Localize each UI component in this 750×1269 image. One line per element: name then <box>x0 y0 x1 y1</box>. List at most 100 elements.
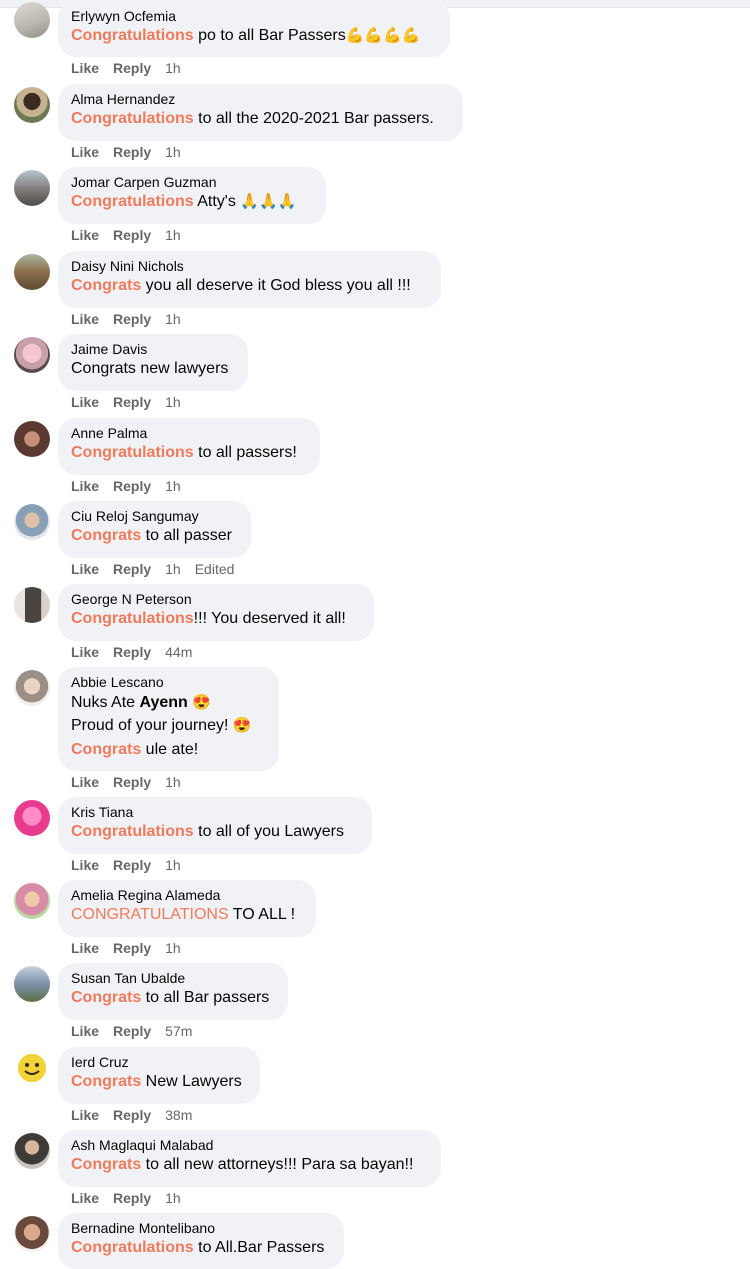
reply-button[interactable]: Reply <box>113 394 151 410</box>
reply-button[interactable]: Reply <box>113 60 151 76</box>
avatar[interactable] <box>14 1216 50 1252</box>
avatar[interactable] <box>14 421 50 457</box>
reply-button[interactable]: Reply <box>113 561 151 577</box>
avatar[interactable] <box>14 966 50 1002</box>
highlighted-word[interactable]: Congrats <box>71 527 141 544</box>
comment-author[interactable]: Ash Maglaqui Malabad <box>71 1137 428 1154</box>
avatar[interactable] <box>14 1050 50 1086</box>
avatar[interactable] <box>14 254 50 290</box>
like-button[interactable]: Like <box>71 774 99 790</box>
highlighted-word[interactable]: CONGRATULATIONS <box>71 906 229 923</box>
comment-author[interactable]: Daisy Nini Nichols <box>71 258 428 275</box>
avatar[interactable] <box>14 670 50 706</box>
avatar[interactable] <box>14 504 50 540</box>
timestamp[interactable]: 1h <box>165 857 181 873</box>
like-button[interactable]: Like <box>71 394 99 410</box>
timestamp[interactable]: 1h <box>165 227 181 243</box>
comment-author[interactable]: Anne Palma <box>71 425 307 442</box>
timestamp[interactable]: 1h <box>165 940 181 956</box>
comment-text: Congrats new lawyers <box>71 360 229 377</box>
timestamp[interactable]: 1h <box>165 561 181 577</box>
highlighted-word[interactable]: Congrats <box>71 741 141 758</box>
like-button[interactable]: Like <box>71 60 99 76</box>
highlighted-word[interactable]: Congrats <box>71 989 141 1006</box>
comment-author[interactable]: Amelia Regina Alameda <box>71 887 303 904</box>
highlighted-word[interactable]: Congratulations <box>71 27 194 44</box>
comment-author[interactable]: Kris Tiana <box>71 804 359 821</box>
like-button[interactable]: Like <box>71 857 99 873</box>
highlighted-word[interactable]: Congratulations <box>71 823 194 840</box>
comment-author[interactable]: Jomar Carpen Guzman <box>71 174 313 191</box>
timestamp[interactable]: 1h <box>165 478 181 494</box>
like-button[interactable]: Like <box>71 227 99 243</box>
timestamp[interactable]: 44m <box>165 644 192 660</box>
comment-text: Congratulations to all of you Lawyers <box>71 821 359 843</box>
reply-button[interactable]: Reply <box>113 144 151 160</box>
avatar[interactable] <box>14 2 50 38</box>
timestamp[interactable]: 1h <box>165 311 181 327</box>
reply-button[interactable]: Reply <box>113 227 151 243</box>
reply-button[interactable]: Reply <box>113 940 151 956</box>
comment-author[interactable]: George N Peterson <box>71 591 361 608</box>
highlighted-word[interactable]: Congratulations <box>71 193 194 210</box>
folded-hands-emoji-icon: 🙏🙏🙏 <box>240 193 297 210</box>
highlighted-word[interactable]: Congrats <box>71 1073 141 1090</box>
like-button[interactable]: Like <box>71 1107 99 1123</box>
comment-author[interactable]: Alma Hernandez <box>71 91 450 108</box>
timestamp[interactable]: 1h <box>165 1190 181 1206</box>
avatar[interactable] <box>14 800 50 836</box>
like-button[interactable]: Like <box>71 144 99 160</box>
highlighted-word[interactable]: Congrats <box>71 277 141 294</box>
avatar[interactable] <box>14 87 50 123</box>
highlighted-word[interactable]: Congratulations <box>71 610 194 627</box>
avatar[interactable] <box>14 1133 50 1169</box>
reply-button[interactable]: Reply <box>113 478 151 494</box>
edited-label[interactable]: Edited <box>195 561 235 577</box>
like-button[interactable]: Like <box>71 644 99 660</box>
reply-button[interactable]: Reply <box>113 1190 151 1206</box>
like-button[interactable]: Like <box>71 311 99 327</box>
comment-author[interactable]: Ciu Reloj Sangumay <box>71 508 238 525</box>
like-button[interactable]: Like <box>71 1190 99 1206</box>
highlighted-word[interactable]: Congratulations <box>71 444 194 461</box>
highlighted-word[interactable]: Congratulations <box>71 1239 194 1256</box>
comment-author[interactable]: Jaime Davis <box>71 341 235 358</box>
timestamp[interactable]: 1h <box>165 774 181 790</box>
comment-author[interactable]: Bernadine Montelibano <box>71 1220 331 1237</box>
timestamp[interactable]: 1h <box>165 60 181 76</box>
timestamp[interactable]: 38m <box>165 1107 192 1123</box>
avatar[interactable] <box>14 587 50 623</box>
comment-author[interactable]: Abbie Lescano <box>71 674 266 691</box>
comment-text-rest: ule ate! <box>141 741 199 758</box>
timestamp[interactable]: 1h <box>165 144 181 160</box>
mentioned-name[interactable]: Ayenn <box>139 694 187 711</box>
avatar[interactable] <box>14 883 50 919</box>
comment-actions: Like Reply 1h <box>71 939 195 957</box>
reply-button[interactable]: Reply <box>113 311 151 327</box>
comment-author[interactable]: Susan Tan Ubalde <box>71 970 275 987</box>
comment-text-rest: to all passer <box>141 527 232 544</box>
timestamp[interactable]: 1h <box>165 394 181 410</box>
like-button[interactable]: Like <box>71 478 99 494</box>
comment-author[interactable]: Erlywyn Ocfemia <box>71 8 437 25</box>
timestamp[interactable]: 57m <box>165 1023 192 1039</box>
like-button[interactable]: Like <box>71 561 99 577</box>
comment-author[interactable]: Ierd Cruz <box>71 1054 247 1071</box>
comment-actions: Like Reply 44m <box>71 643 206 661</box>
like-button[interactable]: Like <box>71 940 99 956</box>
like-button[interactable]: Like <box>71 1023 99 1039</box>
comment-text: Congratulations Atty's 🙏🙏🙏 <box>71 191 313 213</box>
highlighted-word[interactable]: Congrats <box>71 1156 141 1173</box>
reply-button[interactable]: Reply <box>113 644 151 660</box>
comment-text: Proud of your journey! <box>71 717 233 734</box>
avatar[interactable] <box>14 337 50 373</box>
reply-button[interactable]: Reply <box>113 1107 151 1123</box>
reply-button[interactable]: Reply <box>113 857 151 873</box>
reply-button[interactable]: Reply <box>113 1023 151 1039</box>
avatar[interactable] <box>14 170 50 206</box>
comment-text-rest: to all Bar passers <box>141 989 270 1006</box>
comment-actions: Like Reply 1h <box>71 310 195 328</box>
comment-text-rest: you all deserve it God bless you all !!! <box>141 277 411 294</box>
highlighted-word[interactable]: Congratulations <box>71 110 194 127</box>
reply-button[interactable]: Reply <box>113 774 151 790</box>
